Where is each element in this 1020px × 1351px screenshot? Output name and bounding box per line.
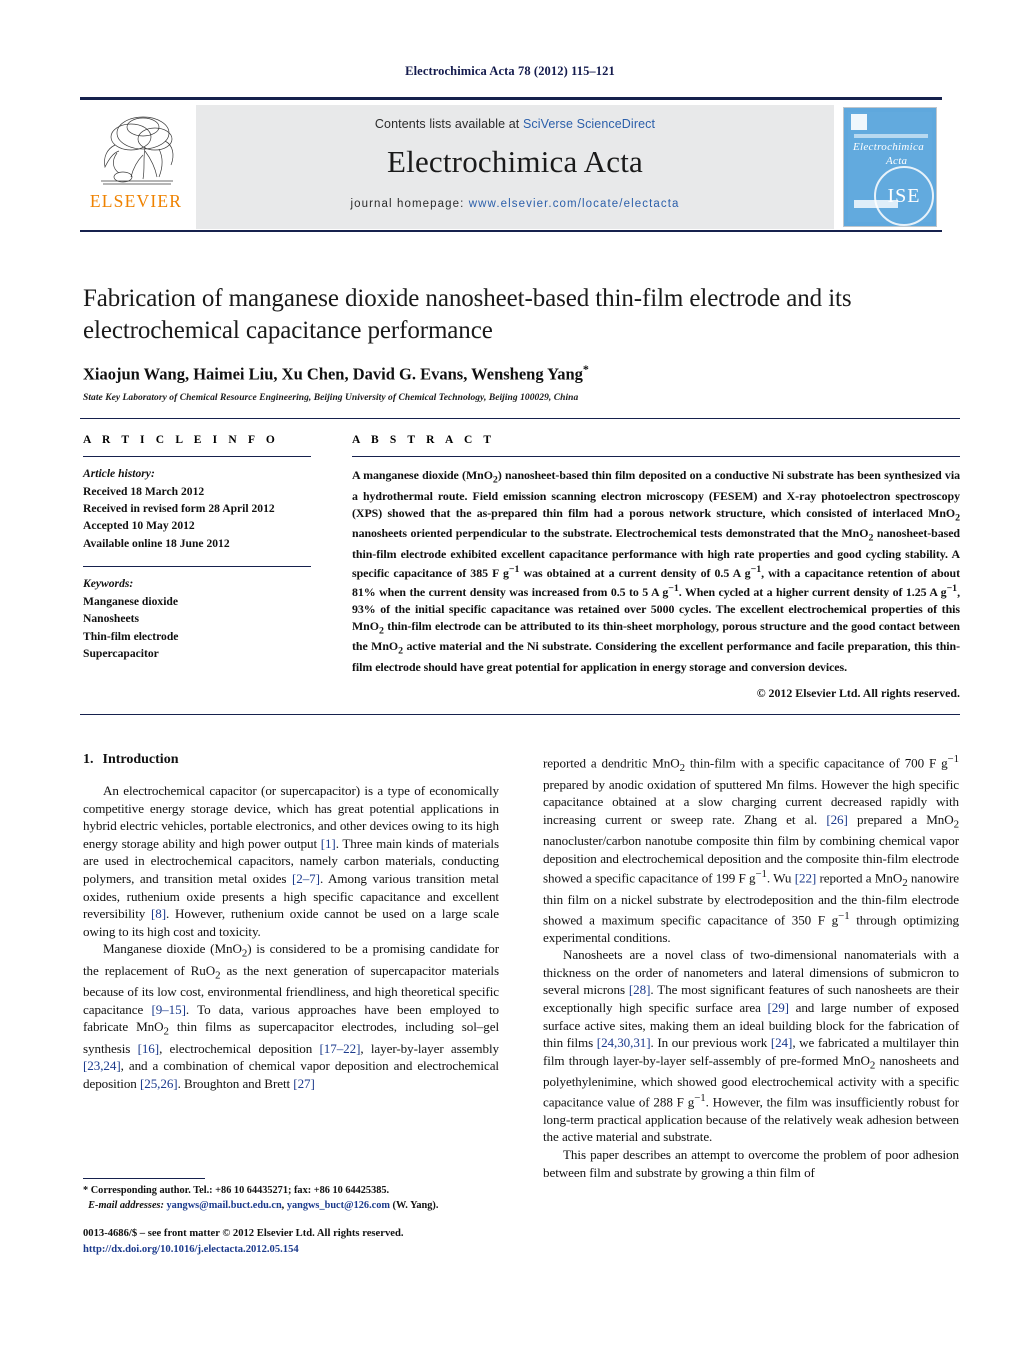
corresponding-author-marker: *	[582, 362, 589, 376]
keywords-group: Keywords: Manganese dioxide Nanosheets T…	[83, 575, 311, 662]
body-paragraph: Manganese dioxide (MnO2) is considered t…	[83, 941, 499, 1091]
issn-copyright-line: 0013-4686/$ – see front matter © 2012 El…	[83, 1228, 404, 1239]
running-head: Electrochimica Acta 78 (2012) 115–121	[405, 64, 615, 78]
journal-title: Electrochimica Acta	[387, 144, 643, 179]
journal-cover: Electrochimica Acta ISE	[838, 105, 942, 229]
journal-homepage-line: journal homepage: www.elsevier.com/locat…	[350, 198, 679, 210]
band-bottom-rule	[80, 714, 960, 716]
author-list: Xiaojun Wang, Haimei Liu, Xu Chen, David…	[83, 362, 959, 385]
sciencedirect-link[interactable]: SciVerse ScienceDirect	[523, 117, 655, 131]
keyword-item: Nanosheets	[83, 612, 140, 626]
email-addresses-label: E-mail addresses:	[88, 1200, 164, 1212]
elsevier-logo: ELSEVIER	[80, 105, 192, 229]
journal-banner: Contents lists available at SciVerse Sci…	[196, 105, 834, 229]
keyword-item: Manganese dioxide	[83, 594, 179, 608]
body-column-right: reported a dendritic MnO2 thin-film with…	[543, 752, 959, 1181]
doi-link[interactable]: http://dx.doi.org/10.1016/j.electacta.20…	[83, 1242, 583, 1258]
footnote-text: * Corresponding author. Tel.: +86 10 644…	[83, 1184, 499, 1214]
band-top-rule	[80, 418, 960, 420]
cover-title-line1: Electrochimica	[853, 141, 924, 153]
homepage-prefix: journal homepage:	[350, 198, 469, 211]
article-history-item: Available online 18 June 2012	[83, 536, 230, 550]
article-history-group: Article history: Received 18 March 2012 …	[83, 465, 311, 552]
article-history-label: Article history:	[83, 467, 155, 481]
paper-page: Electrochimica Acta 78 (2012) 115–121 EL…	[0, 0, 1020, 1351]
footnote-corresponding-text: Corresponding author. Tel.: +86 10 64435…	[90, 1185, 390, 1197]
abstract-column: A B S T R A C T A manganese dioxide (MnO…	[352, 434, 960, 701]
email-link-primary[interactable]: yangws@mail.buct.edu.cn	[167, 1200, 282, 1211]
abstract-text: A manganese dioxide (MnO2) nanosheet-bas…	[352, 468, 960, 675]
corresponding-author-footnote: * Corresponding author. Tel.: +86 10 644…	[83, 1178, 499, 1214]
cover-society-band	[854, 134, 928, 138]
abstract-rule	[352, 456, 960, 458]
elsevier-tree-icon	[101, 116, 174, 185]
abstract-copyright: © 2012 Elsevier Ltd. All rights reserved…	[756, 686, 960, 701]
page-title: Fabrication of manganese dioxide nanoshe…	[83, 285, 852, 344]
keywords-separator-rule	[83, 566, 311, 568]
body-paragraph: An electrochemical capacitor (or superca…	[83, 783, 500, 939]
keyword-item: Thin-film electrode	[83, 629, 179, 643]
info-abstract-band: A R T I C L E I N F O Article history: R…	[80, 418, 960, 718]
article-info-heading: A R T I C L E I N F O	[83, 434, 279, 446]
journal-cover-image: Electrochimica Acta ISE	[843, 107, 937, 227]
keyword-item: Supercapacitor	[83, 646, 159, 660]
cover-ise-seal: ISE	[874, 166, 934, 226]
email-owner: (W. Yang).	[392, 1200, 439, 1212]
article-history-item: Received 18 March 2012	[83, 484, 205, 498]
elsevier-wordmark: ELSEVIER	[89, 191, 183, 211]
body-paragraph: reported a dendritic MnO2 thin-film with…	[543, 753, 960, 945]
title-block: Fabrication of manganese dioxide nanoshe…	[83, 283, 959, 403]
contents-prefix: Contents lists available at	[374, 117, 523, 131]
body-paragraph: Nanosheets are a novel class of two-dime…	[543, 947, 960, 1145]
keywords-label: Keywords:	[83, 577, 134, 591]
affiliation: State Key Laboratory of Chemical Resourc…	[83, 392, 579, 403]
article-info-column: A R T I C L E I N F O Article history: R…	[83, 434, 311, 662]
section-number: 1.	[83, 752, 94, 767]
author-names: Xiaojun Wang, Haimei Liu, Xu Chen, David…	[83, 364, 583, 384]
footnote-marker: *	[83, 1185, 89, 1197]
page-footer: 0013-4686/$ – see front matter © 2012 El…	[83, 1226, 583, 1258]
body-columns: 1. Introduction An electrochemical capaci…	[83, 752, 959, 1222]
article-info-rule	[83, 456, 311, 458]
article-history-item: Accepted 10 May 2012	[83, 519, 195, 533]
contents-available-line: Contents lists available at SciVerse Sci…	[375, 117, 655, 131]
masthead-bottom-rule	[80, 230, 942, 232]
footnote-email-line: E-mail addresses: yangws@mail.buct.edu.c…	[88, 1200, 439, 1212]
section-heading-introduction: 1. Introduction	[83, 752, 499, 768]
body-paragraph: This paper describes an attempt to overc…	[543, 1146, 959, 1180]
email-link-secondary[interactable]: yangws_buct@126.com	[287, 1200, 390, 1211]
body-column-left: 1. Introduction An electrochemical capaci…	[83, 752, 499, 1092]
cover-elsevier-icon	[851, 114, 867, 130]
footnote-corresponding-line: * Corresponding author. Tel.: +86 10 644…	[83, 1184, 499, 1199]
section-title: Introduction	[102, 752, 179, 767]
masthead-top-rule	[80, 97, 942, 100]
homepage-url-link[interactable]: www.elsevier.com/locate/electacta	[469, 198, 680, 210]
footnote-rule	[83, 1178, 205, 1180]
article-history-item: Received in revised form 28 April 2012	[83, 501, 275, 515]
journal-masthead: ELSEVIER Contents lists available at Sci…	[80, 97, 942, 232]
abstract-heading: A B S T R A C T	[352, 434, 496, 446]
